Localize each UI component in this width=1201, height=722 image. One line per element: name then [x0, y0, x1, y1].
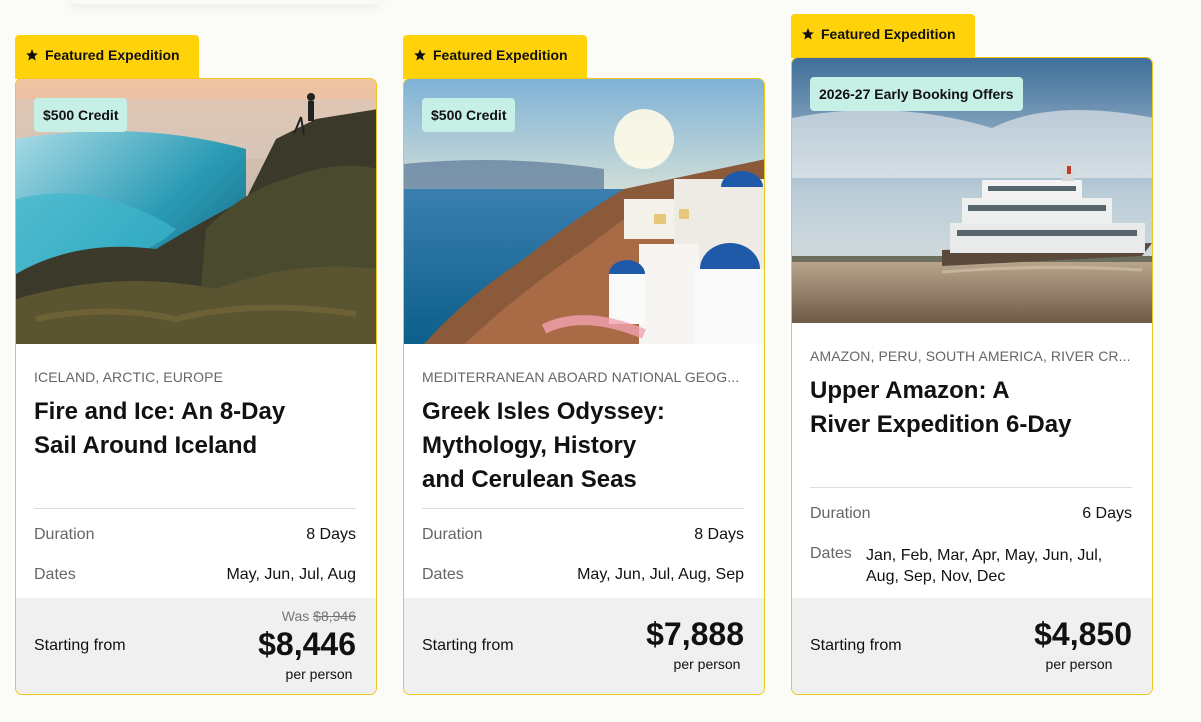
- expedition-title[interactable]: Upper Amazon: A River Expedition 6-Day: [810, 374, 1132, 442]
- duration-value: 6 Days: [1082, 505, 1132, 522]
- duration-row: Duration 6 Days: [810, 505, 1132, 523]
- destination-category: MEDITERRANEAN ABOARD NATIONAL GEOG...: [422, 369, 740, 385]
- dates-value: May, Jun, Jul, Aug: [226, 566, 356, 583]
- dates-label: Dates: [810, 545, 852, 562]
- title-line: River Expedition 6-Day: [810, 411, 1072, 438]
- featured-ribbon: Featured Expedition: [403, 35, 587, 79]
- star-icon: [26, 49, 38, 61]
- title-line: Mythology, History: [422, 432, 637, 459]
- price-amount: $7,888: [646, 616, 744, 652]
- starting-from-label: Starting from: [34, 637, 126, 654]
- previous-section-edge: [70, 0, 380, 4]
- divider: [34, 508, 356, 509]
- title-line: Sail Around Iceland: [34, 432, 258, 459]
- featured-ribbon: Featured Expedition: [791, 14, 975, 58]
- star-icon: [802, 28, 814, 40]
- starting-from-label: Starting from: [810, 637, 902, 654]
- duration-label: Duration: [810, 505, 871, 522]
- divider: [422, 508, 744, 509]
- duration-value: 8 Days: [694, 526, 744, 543]
- expedition-card-amazon[interactable]: 2026-27 Early Booking Offers AMAZON, PER…: [791, 57, 1153, 695]
- dates-label: Dates: [34, 566, 76, 583]
- ribbon-label: Featured Expedition: [821, 26, 956, 42]
- dates-line: Jan, Feb, Mar, Apr, May, Jun, Jul,: [866, 547, 1103, 564]
- expedition-title[interactable]: Fire and Ice: An 8-Day Sail Around Icela…: [34, 395, 356, 463]
- duration-row: Duration 8 Days: [422, 526, 744, 544]
- duration-value: 8 Days: [306, 526, 356, 543]
- dates-label: Dates: [422, 566, 464, 583]
- price-amount: $8,446: [258, 626, 356, 662]
- card-body: AMAZON, PERU, SOUTH AMERICA, RIVER CR...…: [810, 348, 1132, 442]
- price-panel: Starting from $4,850 per person: [792, 598, 1152, 694]
- starting-from-label: Starting from: [422, 637, 514, 654]
- duration-label: Duration: [34, 526, 95, 543]
- price-panel: Was $8,946 Starting from $8,446 per pers…: [16, 598, 376, 694]
- duration-row: Duration 8 Days: [34, 526, 356, 544]
- expedition-photo[interactable]: 2026-27 Early Booking Offers: [792, 58, 1152, 323]
- expedition-card-iceland[interactable]: $500 Credit ICELAND, ARCTIC, EUROPE Fire…: [15, 78, 377, 695]
- dates-row: Dates May, Jun, Jul, Aug, Sep: [422, 566, 744, 584]
- expedition-title[interactable]: Greek Isles Odyssey: Mythology, History …: [422, 395, 744, 497]
- per-person-label: per person: [285, 666, 353, 682]
- ribbon-label: Featured Expedition: [433, 47, 568, 63]
- expedition-card-greece[interactable]: $500 Credit MEDITERRANEAN ABOARD NATIONA…: [403, 78, 765, 695]
- card-body: MEDITERRANEAN ABOARD NATIONAL GEOG... Gr…: [422, 369, 744, 497]
- featured-ribbon: Featured Expedition: [15, 35, 199, 79]
- card-body: ICELAND, ARCTIC, EUROPE Fire and Ice: An…: [34, 369, 356, 463]
- was-price-value: $8,946: [313, 608, 356, 624]
- credit-badge: $500 Credit: [422, 98, 516, 132]
- divider: [810, 487, 1132, 488]
- dates-row: Dates Jan, Feb, Mar, Apr, May, Jun, Jul,…: [810, 545, 1132, 587]
- was-label: Was: [281, 608, 310, 624]
- credit-badge: $500 Credit: [34, 98, 128, 132]
- per-person-label: per person: [673, 656, 741, 672]
- title-line: Greek Isles Odyssey:: [422, 398, 665, 425]
- dates-value: Jan, Feb, Mar, Apr, May, Jun, Jul, Aug, …: [866, 545, 1132, 587]
- per-person-label: per person: [1045, 656, 1113, 672]
- destination-category: ICELAND, ARCTIC, EUROPE: [34, 369, 224, 385]
- expedition-photo[interactable]: $500 Credit: [16, 79, 376, 344]
- duration-label: Duration: [422, 526, 483, 543]
- price-amount: $4,850: [1034, 616, 1132, 652]
- offer-badge: 2026-27 Early Booking Offers: [810, 77, 1023, 111]
- ribbon-label: Featured Expedition: [45, 47, 180, 63]
- expedition-photo[interactable]: $500 Credit: [404, 79, 764, 344]
- dates-value: May, Jun, Jul, Aug, Sep: [577, 566, 744, 583]
- dates-row: Dates May, Jun, Jul, Aug: [34, 566, 356, 584]
- title-line: and Cerulean Seas: [422, 466, 637, 493]
- dates-line: Aug, Sep, Nov, Dec: [866, 568, 1006, 585]
- destination-category: AMAZON, PERU, SOUTH AMERICA, RIVER CR...: [810, 348, 1131, 364]
- star-icon: [414, 49, 426, 61]
- was-price: Was $8,946: [282, 608, 356, 624]
- title-line: Upper Amazon: A: [810, 377, 1010, 404]
- title-line: Fire and Ice: An 8-Day: [34, 398, 286, 425]
- price-panel: Starting from $7,888 per person: [404, 598, 764, 694]
